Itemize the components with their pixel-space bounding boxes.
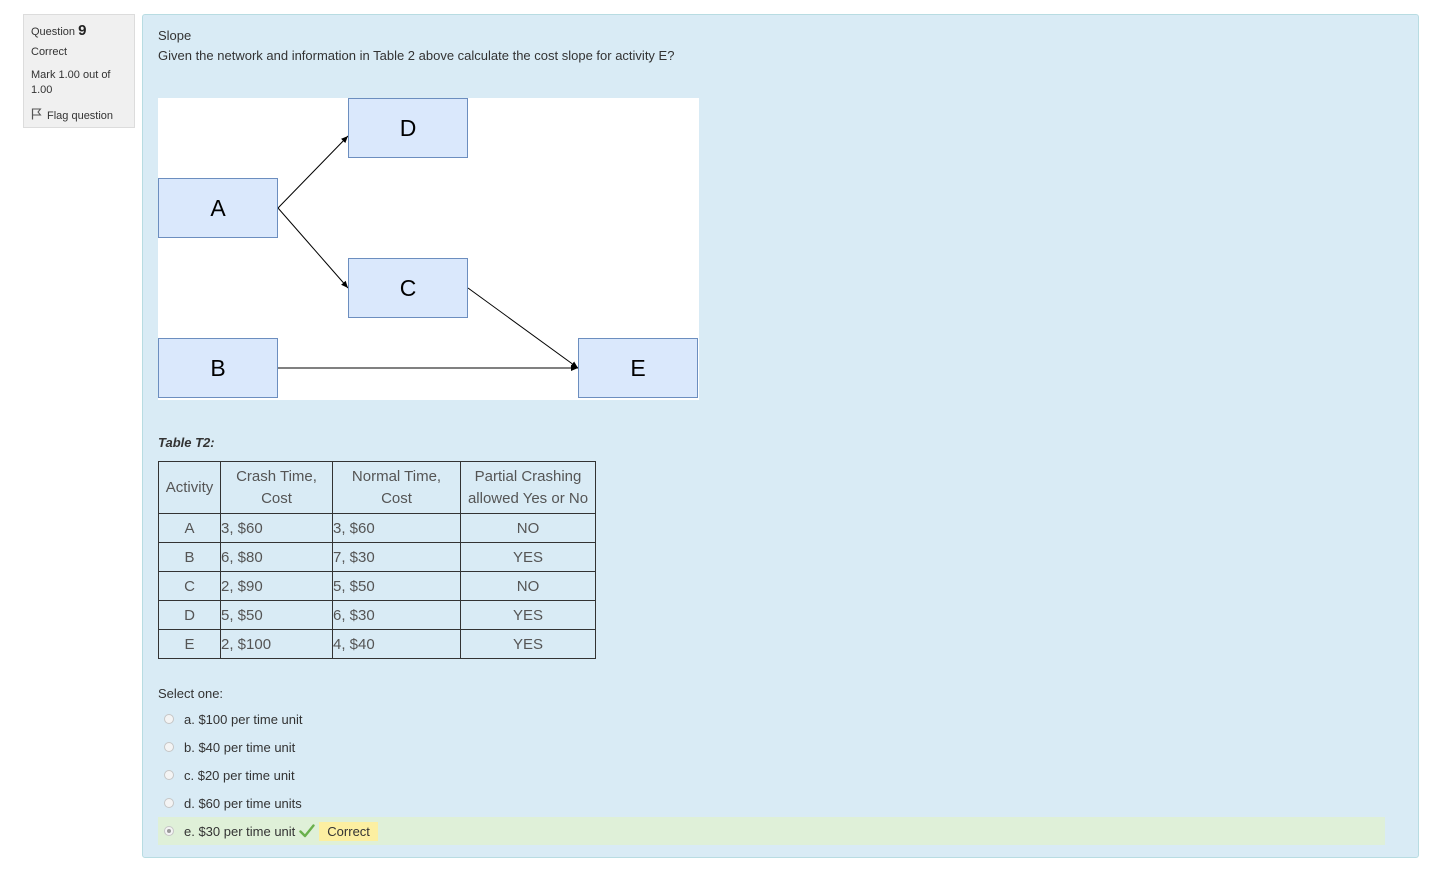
radio-button[interactable] (164, 798, 174, 808)
table-row: D 5, $50 6, $30 YES (158, 600, 596, 630)
question-text: Given the network and information in Tab… (158, 48, 675, 63)
cell-crash: 3, $60 (220, 513, 333, 543)
correct-feedback-badge: Correct (319, 821, 378, 841)
cell-activity: A (158, 513, 221, 543)
question-text-block: Slope Given the network and information … (158, 26, 674, 66)
network-diagram: D A C B E (158, 98, 699, 400)
flag-question-link[interactable]: Flag question (31, 108, 127, 123)
cell-crash: 2, $100 (220, 629, 333, 659)
radio-button[interactable] (164, 714, 174, 724)
cell-partial: YES (460, 600, 596, 630)
header-activity: Activity (158, 461, 221, 514)
table-row: C 2, $90 5, $50 NO (158, 571, 596, 601)
cell-normal: 3, $60 (332, 513, 461, 543)
question-info-panel: Question 9 Correct Mark 1.00 out of 1.00… (23, 14, 135, 128)
question-number: 9 (78, 22, 87, 39)
answer-options: a. $100 per time unit b. $40 per time un… (158, 705, 1385, 845)
node-e: E (578, 338, 698, 398)
cell-partial: NO (460, 513, 596, 543)
flag-icon (31, 108, 42, 123)
table-row: E 2, $100 4, $40 YES (158, 629, 596, 659)
cell-normal: 5, $50 (332, 571, 461, 601)
question-state: Correct (31, 46, 68, 58)
answer-label: a. $100 per time unit (184, 711, 303, 727)
radio-button[interactable] (164, 770, 174, 780)
question-label: Question (31, 26, 76, 38)
question-title: Slope (158, 28, 192, 43)
answer-option-e[interactable]: e. $30 per time unit Correct (158, 817, 1385, 845)
node-d: D (348, 98, 468, 158)
activity-table: Activity Crash Time, Cost Normal Time, C… (158, 461, 596, 659)
cell-activity: E (158, 629, 221, 659)
answer-option-b[interactable]: b. $40 per time unit (158, 733, 1385, 761)
table-caption: Table T2: (158, 435, 215, 450)
question-number-line: Question 9 (31, 22, 127, 39)
table-row: A 3, $60 3, $60 NO (158, 513, 596, 543)
cell-partial: YES (460, 629, 596, 659)
radio-button[interactable] (164, 742, 174, 752)
header-crash: Crash Time, Cost (220, 461, 333, 514)
cell-crash: 2, $90 (220, 571, 333, 601)
answer-label: b. $40 per time unit (184, 739, 296, 755)
cell-normal: 7, $30 (332, 542, 461, 572)
answer-label: e. $30 per time unit (184, 823, 296, 839)
answer-label: d. $60 per time units (184, 795, 302, 811)
cell-activity: B (158, 542, 221, 572)
edge-c-e (467, 287, 579, 369)
check-icon (299, 824, 315, 838)
cell-activity: C (158, 571, 221, 601)
cell-crash: 5, $50 (220, 600, 333, 630)
question-grade: Mark 1.00 out of 1.00 (31, 69, 111, 96)
cell-activity: D (158, 600, 221, 630)
answer-option-a[interactable]: a. $100 per time unit (158, 705, 1385, 733)
answer-option-d[interactable]: d. $60 per time units (158, 789, 1385, 817)
question-content: Slope Given the network and information … (142, 14, 1419, 858)
cell-normal: 6, $30 (332, 600, 461, 630)
answer-option-c[interactable]: c. $20 per time unit (158, 761, 1385, 789)
edge-a-d (277, 135, 349, 209)
cell-partial: YES (460, 542, 596, 572)
header-normal: Normal Time, Cost (332, 461, 461, 514)
answer-label: c. $20 per time unit (184, 767, 295, 783)
table-header-row: Activity Crash Time, Cost Normal Time, C… (158, 461, 596, 514)
radio-button-selected[interactable] (164, 826, 174, 836)
cell-crash: 6, $80 (220, 542, 333, 572)
cell-normal: 4, $40 (332, 629, 461, 659)
select-one-prompt: Select one: (158, 686, 224, 701)
header-partial: Partial Crashing allowed Yes or No (460, 461, 596, 514)
flag-question-label: Flag question (47, 109, 114, 122)
node-c: C (348, 258, 468, 318)
table-row: B 6, $80 7, $30 YES (158, 542, 596, 572)
cell-partial: NO (460, 571, 596, 601)
node-b: B (158, 338, 278, 398)
node-a: A (158, 178, 278, 238)
edge-a-c (277, 207, 349, 289)
